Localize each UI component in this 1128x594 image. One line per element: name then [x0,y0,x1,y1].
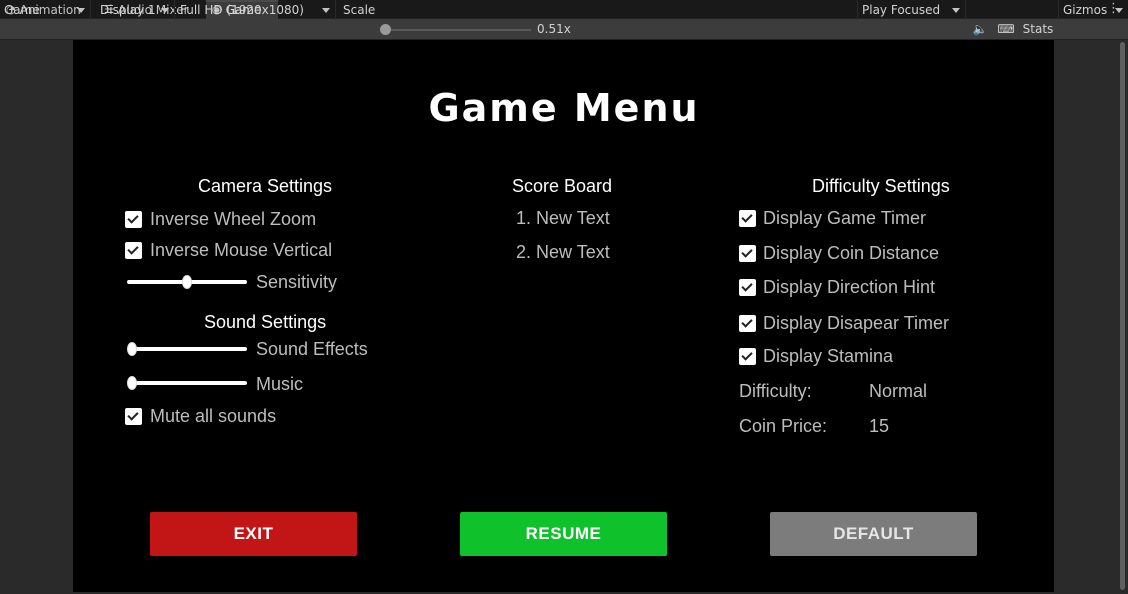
display-game-timer-label: Display Game Timer [763,208,927,228]
difficulty-label: Difficulty: [739,381,812,401]
sound-effects-slider-handle[interactable] [127,342,137,356]
sound-settings-heading: Sound Settings [204,312,327,332]
coin-price-label: Coin Price: [739,416,828,436]
scale-slider-track[interactable] [384,29,531,31]
scale-value: 0.51x [537,22,571,36]
display-direction-hint-checkbox[interactable] [739,279,756,296]
keyboard-icon[interactable]: ⌨ [995,19,1017,39]
view-mode-dropdown[interactable]: Game [0,0,91,20]
display-disapear-timer-label: Display Disapear Timer [763,313,950,333]
display-disapear-timer-checkbox[interactable] [739,315,756,332]
scale-label: Scale [343,3,376,17]
display-label: Display 1 [100,3,156,17]
resolution-dropdown[interactable]: Full HD (1920x1080) [176,0,336,20]
chevron-down-icon [161,8,169,13]
mute-all-sounds-checkbox[interactable] [125,408,142,425]
display-coin-distance-checkbox[interactable] [739,245,756,262]
mute-all-sounds-label: Mute all sounds [150,406,277,426]
stats-button[interactable]: Stats [1021,19,1055,39]
display-stamina-label: Display Stamina [763,346,894,366]
music-label: Music [256,374,304,394]
exit-button[interactable]: EXIT [150,512,357,556]
inverse-wheel-zoom-label: Inverse Wheel Zoom [150,209,317,229]
score-entry: 1. New Text [516,208,610,228]
inverse-mouse-vertical-checkbox[interactable] [125,242,142,259]
resolution-label: Full HD (1920x1080) [180,3,304,17]
music-slider-handle[interactable] [127,376,137,390]
gizmos-dropdown[interactable]: Gizmos [1058,0,1128,20]
play-mode-label: Play Focused [862,3,941,17]
scale-slider-handle[interactable] [380,24,391,35]
display-dropdown[interactable]: Display 1 [96,0,175,20]
view-mode-label: Game [4,3,40,17]
chevron-down-icon [77,8,85,13]
sensitivity-slider-handle[interactable] [182,275,192,289]
difficulty-settings-heading: Difficulty Settings [812,176,950,196]
sound-effects-label: Sound Effects [256,339,368,359]
display-coin-distance-label: Display Coin Distance [763,243,940,263]
music-slider[interactable] [127,381,247,385]
inverse-mouse-vertical-label: Inverse Mouse Vertical [150,240,333,260]
sensitivity-label: Sensitivity [256,272,338,292]
chevron-down-icon [1115,8,1123,13]
display-game-timer-checkbox[interactable] [739,210,756,227]
difficulty-value[interactable]: Normal [869,381,927,402]
unity-editor-window: ◔ Animation ☰ Audio Mixer ◉ Game ⋮ Game … [0,0,1128,594]
display-stamina-checkbox[interactable] [739,348,756,365]
game-menu-title: Game Menu [428,86,700,130]
audio-mute-icon[interactable]: 🔈 [970,19,990,39]
chevron-down-icon [322,8,330,13]
sound-effects-slider[interactable] [127,347,247,351]
gizmos-label: Gizmos [1063,3,1108,17]
chevron-down-icon [952,8,960,13]
inverse-wheel-zoom-checkbox[interactable] [125,211,142,228]
resume-button[interactable]: RESUME [460,512,667,556]
play-mode-dropdown[interactable]: Play Focused [857,0,966,20]
coin-price-value: 15 [869,416,890,436]
score-board-heading: Score Board [512,176,613,196]
camera-settings-heading: Camera Settings [198,176,333,196]
default-button[interactable]: DEFAULT [770,512,977,556]
display-direction-hint-label: Display Direction Hint [763,277,936,297]
score-entry: 2. New Text [516,242,610,262]
